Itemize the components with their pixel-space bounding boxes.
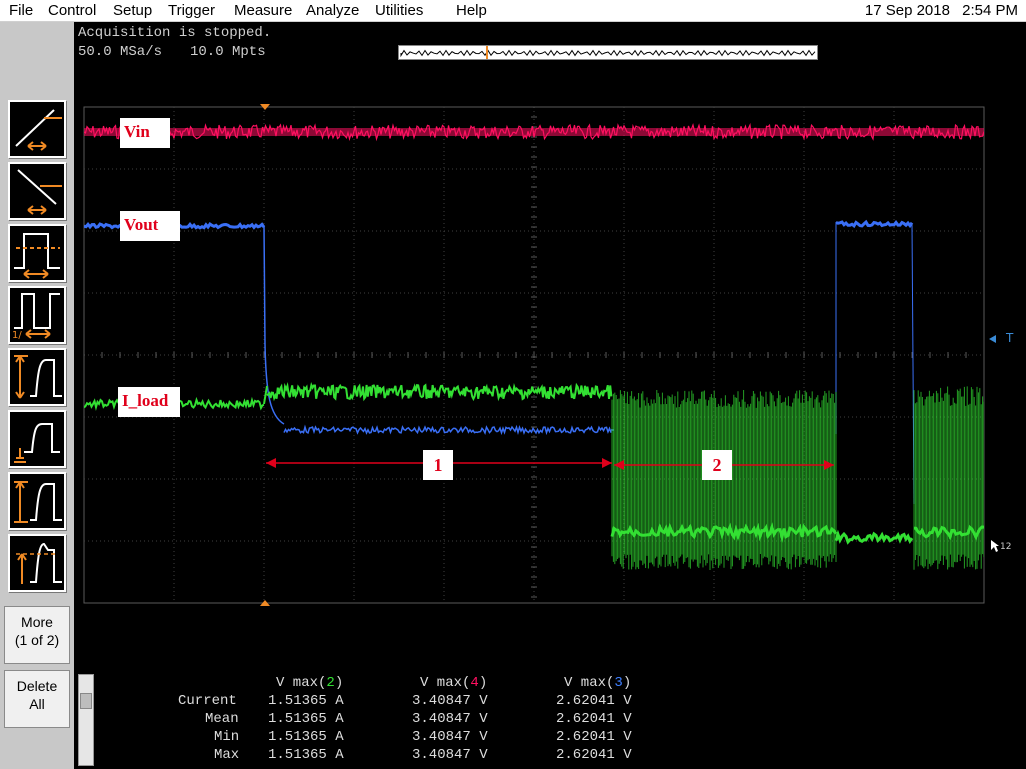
menu-help[interactable]: Help [456,2,487,19]
meas-value: 1.51365 A [268,693,344,709]
vout-label: Vout [120,211,180,241]
meas-value: 3.40847 V [412,693,488,709]
rising-edge-icon [15,109,62,151]
segment-2-label: 2 [702,450,732,480]
period-icon: 1/ [12,293,60,341]
sample-rate: 50.0 MSa/s [78,44,163,60]
period-trigger-button[interactable]: 1/ [8,286,66,344]
graticule: T 12 [83,104,1014,606]
menu-control[interactable]: Control [48,2,96,19]
overshoot-button[interactable] [8,534,66,592]
delete-all-label: All [29,696,45,712]
menu-file[interactable]: File [9,2,33,19]
meas-value: 1.51365 A [268,729,344,745]
rising-edge-trigger-button[interactable] [8,100,66,158]
meas-value: 2.62041 V [556,747,632,763]
meas-header-3: V max(3) [564,675,632,691]
meas-value: 3.40847 V [412,729,488,745]
meas-value: 1.51365 A [268,711,344,727]
cursor-pointer-icon [991,540,999,552]
memory-depth: 10.0 Mpts [190,44,266,60]
pulse-width-icon [14,233,60,279]
menu-measure[interactable]: Measure [234,2,292,19]
meas-value: 2.62041 V [556,729,632,745]
meas-header-1-channel: 2 [326,675,335,691]
menu-setup[interactable]: Setup [113,2,152,19]
meas-row-label: Current [178,693,237,709]
delete-all-button[interactable]: Delete All [4,670,70,728]
meas-row-label: Mean [205,711,239,727]
softkey-panel: 1/ More (1 of 2) Delete All [0,22,74,769]
meas-value: 1.51365 A [268,747,344,763]
falling-edge-trigger-button[interactable] [8,162,66,220]
more-page-label: (1 of 2) [14,632,60,648]
meas-header-3-func: V max [564,675,607,691]
acquisition-status: Acquisition is stopped. [78,25,272,41]
pulse-width-trigger-button[interactable] [8,224,66,282]
vin-label: Vin [120,118,170,148]
meas-header-1-func: V max [276,675,319,691]
base-level-icon [14,423,60,463]
meas-value: 3.40847 V [412,711,488,727]
overview-waveform [400,46,816,59]
measurement-scrollbar[interactable] [78,674,94,766]
more-button[interactable]: More (1 of 2) [4,606,70,664]
status-area: Acquisition is stopped. 50.0 MSa/s 10.0 … [74,22,1026,64]
time-text: 2:54 PM [962,2,1018,19]
channel-marker-text: 12 [1000,542,1011,552]
date-text: 17 Sep 2018 [864,2,950,19]
scrollbar-thumb[interactable] [80,693,92,709]
base-level-button[interactable] [8,410,66,468]
meas-value: 3.40847 V [412,747,488,763]
measurement-table: V max(2) V max(4) V max(3) Current 1.513… [74,672,1026,769]
meas-header-1: V max(2) [276,675,344,691]
menu-trigger[interactable]: Trigger [168,2,215,19]
overshoot-icon [16,542,62,584]
more-label: More [21,614,53,630]
datetime: 17 Sep 2018 2:54 PM [857,2,1018,19]
amplitude-button[interactable] [8,472,66,530]
menu-analyze[interactable]: Analyze [306,2,359,19]
menu-bar: File Control Setup Trigger Measure Analy… [0,0,1026,22]
rise-time-icon [14,355,62,399]
waveform-overview-bar[interactable] [398,45,818,60]
menu-utilities[interactable]: Utilities [375,2,423,19]
i-load-label: I_load [118,387,180,417]
meas-header-2-func: V max [420,675,463,691]
svg-text:1/: 1/ [12,330,22,341]
meas-header-2-channel: 4 [470,675,479,691]
meas-value: 2.62041 V [556,711,632,727]
meas-header-3-channel: 3 [614,675,623,691]
trigger-level-arrow [989,335,996,343]
trigger-level-text: T [1005,331,1014,345]
meas-row-label: Max [214,747,240,763]
segment-1-label: 1 [423,450,453,480]
meas-header-2: V max(4) [420,675,488,691]
meas-value: 2.62041 V [556,693,632,709]
delete-label: Delete [16,678,58,694]
waveform-display[interactable]: T 12 Vin Vout I_load 1 2 [74,64,1026,672]
falling-edge-icon [17,169,62,215]
rise-time-button[interactable] [8,348,66,406]
meas-row-label: Min [214,729,240,745]
amplitude-icon [14,481,62,523]
